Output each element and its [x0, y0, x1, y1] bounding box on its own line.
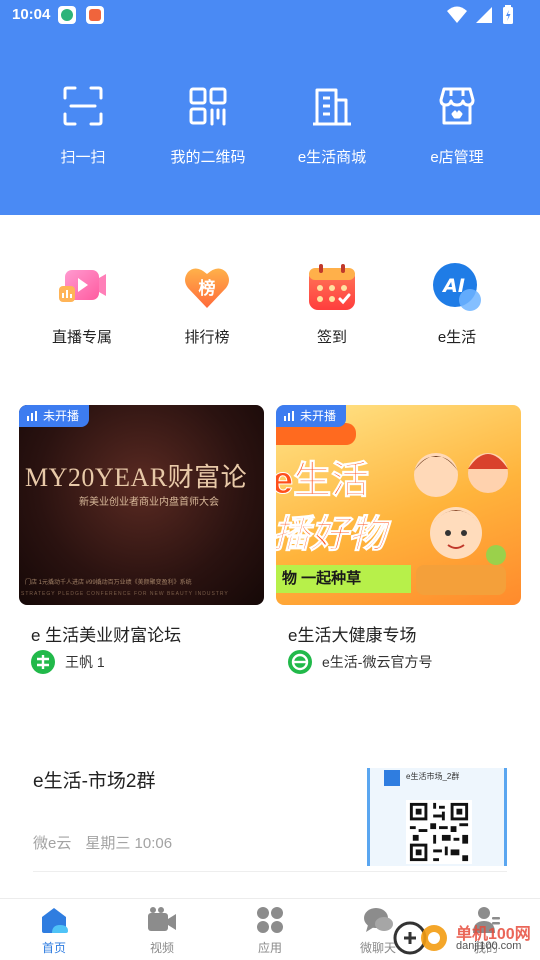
quick-scan-label: 扫一扫 [60, 149, 106, 166]
app-e-life[interactable]: AI e生活 [402, 262, 512, 352]
live-status-badge: 未开播 [19, 405, 90, 427]
app-live-exclusive[interactable]: 直播专属 [27, 262, 137, 352]
thumb-group-name: e生活市场_2群 [406, 772, 460, 781]
quick-actions: 扫一扫 我的二维码 e生活商城 e店管理 [0, 84, 540, 174]
poster-subtitle: 新美业创业者商业内盘首师大会 [79, 497, 219, 508]
app-ranking-label: 排行榜 [184, 329, 230, 346]
author-name: 王帆 1 [65, 654, 105, 670]
quick-mall-label: e生活商城 [297, 149, 367, 166]
status-time: 10:04 [12, 6, 51, 23]
live-card[interactable]: e生活 播好物 物 一起种草 未开播 e生活大健康专场 e生活-微云官方号 [276, 405, 521, 675]
ranking-heart-icon: 榜 [185, 268, 229, 308]
live-poster: e生活 播好物 物 一起种草 未开播 [276, 405, 521, 605]
qrcode-image [406, 800, 472, 864]
poster-headline-2: 播好物 [276, 514, 387, 557]
feature-apps: 直播专属 榜 排行榜 签到 AI e生活 [0, 262, 540, 352]
poster-fine-print-2: STRATEGY PLEDGE CONFERENCE FOR NEW BEAUT… [21, 591, 229, 597]
group-chat-time: 星期三 10:06 [85, 835, 173, 852]
apps-grid-icon [257, 907, 283, 933]
ai-glyph: AI [441, 275, 465, 297]
live-title: e生活大健康专场 [288, 626, 417, 645]
calendar-checkin-icon [309, 264, 355, 310]
app-ranking[interactable]: 榜 排行榜 [152, 262, 262, 352]
quick-mall[interactable]: e生活商城 [272, 84, 392, 174]
watermark-logo-icon [393, 921, 447, 955]
tab-video-label: 视频 [149, 941, 174, 955]
app-checkin[interactable]: 签到 [277, 262, 387, 352]
chat-bubble-icon [364, 908, 393, 932]
watermark-url: danji100.com [456, 940, 522, 952]
status-bar: 10:04 [0, 0, 540, 32]
live-author[interactable]: e生活-微云官方号 [288, 650, 433, 674]
cartoon-figures-image [414, 453, 508, 595]
live-status-text: 未开播 [43, 409, 80, 423]
mall-building-icon [313, 88, 351, 126]
home-icon [42, 908, 68, 933]
quick-scan[interactable]: 扫一扫 [23, 84, 143, 174]
shop-manage-icon [439, 87, 475, 125]
app-live-exclusive-label: 直播专属 [51, 329, 112, 346]
signal-icon [476, 7, 492, 23]
signal-bars-icon [284, 411, 295, 421]
notification-app-icon-2 [86, 6, 104, 24]
tab-home[interactable]: 首页 [0, 899, 108, 960]
tab-apps[interactable]: 应用 [216, 899, 324, 960]
status-icons [446, 5, 526, 27]
poster-slogan: 物 一起种草 [276, 565, 411, 593]
battery-icon [503, 5, 513, 24]
group-chat-item[interactable]: e生活-市场2群 微e云 星期三 10:06 e生活市场_2群 [33, 750, 507, 872]
live-status-text: 未开播 [300, 409, 337, 423]
group-chat-meta: 微e云 星期三 10:06 [33, 832, 186, 853]
video-camera-icon [148, 907, 176, 931]
live-video-icon [59, 270, 106, 302]
poster-fine-print: 门店 1元撬动千人进店 #99撬动百万业绩《美颜聚变盈利》系统 [25, 580, 192, 586]
scan-icon [63, 86, 103, 126]
group-qrcode-thumbnail: e生活市场_2群 [367, 768, 507, 866]
signal-bars-icon [27, 411, 38, 421]
ai-icon: AI [433, 263, 481, 311]
group-logo-icon [384, 770, 400, 786]
tab-home-label: 首页 [41, 941, 66, 955]
author-avatar [31, 650, 55, 674]
app-checkin-label: 签到 [316, 329, 347, 346]
poster-headline: MY20YEAR财富论 [25, 463, 248, 492]
wifi-icon [447, 6, 467, 23]
quick-shop-manage-label: e店管理 [430, 149, 484, 166]
live-card[interactable]: MY20YEAR财富论 新美业创业者商业内盘首师大会 门店 1元撬动千人进店 #… [19, 405, 264, 675]
qrcode-icon [189, 87, 227, 126]
ranking-glyph: 榜 [199, 278, 216, 299]
live-author[interactable]: 王帆 1 [31, 650, 105, 674]
live-poster: MY20YEAR财富论 新美业创业者商业内盘首师大会 门店 1元撬动千人进店 #… [19, 405, 264, 605]
app-e-life-label: e生活 [437, 329, 477, 346]
live-title: e 生活美业财富论坛 [31, 626, 182, 645]
author-avatar [288, 650, 312, 674]
quick-my-qrcode-label: 我的二维码 [170, 149, 246, 166]
live-status-badge: 未开播 [276, 405, 347, 427]
poster-headline: e生活 [276, 460, 370, 503]
site-watermark: 单机100网 danji100.com [392, 918, 540, 958]
tab-apps-label: 应用 [257, 941, 282, 955]
author-name: e生活-微云官方号 [322, 654, 433, 670]
tab-video[interactable]: 视频 [108, 899, 216, 960]
quick-shop-manage[interactable]: e店管理 [397, 84, 517, 174]
group-chat-title: e生活-市场2群 [33, 771, 156, 792]
notification-app-icon [58, 6, 76, 24]
header-banner: 10:04 扫一扫 我的二维码 e生活商城 e店管理 [0, 0, 540, 215]
quick-my-qrcode[interactable]: 我的二维码 [148, 84, 268, 174]
group-chat-source: 微e云 [33, 835, 72, 852]
